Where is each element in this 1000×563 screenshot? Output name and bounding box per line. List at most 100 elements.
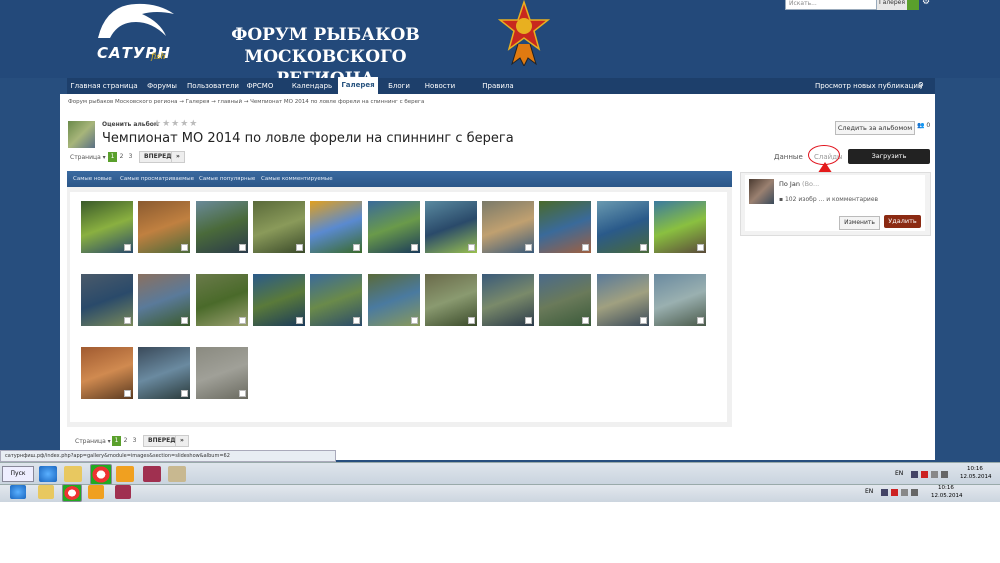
breadcrumb-item[interactable]: главный xyxy=(218,99,243,105)
pager-label[interactable]: Страница ▾ xyxy=(70,154,106,161)
select-checkbox[interactable] xyxy=(124,317,131,324)
gallery-thumbnail[interactable] xyxy=(310,201,363,253)
gallery-thumbnail[interactable] xyxy=(482,274,535,326)
paint-icon[interactable] xyxy=(115,485,131,499)
page-link[interactable]: 1 xyxy=(108,152,117,162)
select-checkbox[interactable] xyxy=(181,317,189,324)
gallery-thumbnail[interactable] xyxy=(195,201,248,253)
page-link[interactable]: 3 xyxy=(130,436,139,446)
nav-item-news[interactable]: Новости xyxy=(422,78,458,94)
pager-label-bottom[interactable]: Страница ▾ xyxy=(75,438,111,445)
media-player-icon[interactable] xyxy=(88,485,104,499)
edit-button[interactable]: Изменить xyxy=(839,216,880,230)
clock-date[interactable]: 12.05.2014 xyxy=(960,474,992,480)
select-checkbox[interactable] xyxy=(181,244,189,251)
nav-item-gallery[interactable]: Галерея xyxy=(338,77,378,94)
folder-icon[interactable] xyxy=(38,485,54,499)
gallery-thumbnail[interactable] xyxy=(596,201,649,253)
select-checkbox[interactable] xyxy=(295,317,303,324)
gallery-thumbnail[interactable] xyxy=(654,274,706,326)
nav-item-frsmo[interactable]: ФРСМО xyxy=(245,78,275,94)
breadcrumb-item[interactable]: Галерея xyxy=(186,99,210,105)
select-checkbox[interactable] xyxy=(467,317,475,324)
last-page-button[interactable]: » xyxy=(175,435,189,447)
select-checkbox[interactable] xyxy=(410,244,418,251)
gallery-thumbnail[interactable] xyxy=(81,274,133,326)
volume-icon[interactable] xyxy=(911,489,918,496)
tray-icon[interactable] xyxy=(881,489,888,496)
paint-icon[interactable] xyxy=(143,466,161,482)
album-owner-name[interactable]: По Jan xyxy=(779,180,800,188)
select-checkbox[interactable] xyxy=(525,244,533,251)
tab-most-viewed[interactable]: Самые просматриваемые xyxy=(120,171,194,187)
select-checkbox[interactable] xyxy=(238,390,246,397)
network-icon[interactable] xyxy=(901,489,908,496)
gallery-thumbnail[interactable] xyxy=(81,347,133,399)
folder-icon[interactable] xyxy=(64,466,82,482)
nav-item-home[interactable]: Главная страница xyxy=(67,78,141,94)
gallery-thumbnail[interactable] xyxy=(310,274,363,326)
view-data-tab[interactable]: Данные xyxy=(774,153,803,161)
gallery-thumbnail[interactable] xyxy=(482,201,535,253)
logo-wave-icon[interactable] xyxy=(96,0,176,40)
tab-newest[interactable]: Самые новые xyxy=(73,171,112,187)
clock-date[interactable]: 12.05.2014 xyxy=(931,493,963,499)
network-icon[interactable] xyxy=(931,471,938,478)
ie-icon[interactable] xyxy=(10,485,26,499)
gallery-thumbnail[interactable] xyxy=(252,201,305,253)
gallery-thumbnail[interactable] xyxy=(195,347,248,399)
language-indicator[interactable]: EN xyxy=(865,488,873,495)
gear-icon[interactable]: ⚙ xyxy=(922,0,930,7)
nav-new-posts-link[interactable]: Просмотр новых публикаций xyxy=(815,78,922,94)
start-button[interactable]: Пуск xyxy=(2,466,34,482)
nav-item-rules[interactable]: Правила форума xyxy=(467,78,529,106)
gallery-thumbnail[interactable] xyxy=(138,274,191,326)
select-checkbox[interactable] xyxy=(238,317,246,324)
select-checkbox[interactable] xyxy=(467,244,475,251)
nav-item-blogs[interactable]: Блоги xyxy=(385,78,413,94)
select-checkbox[interactable] xyxy=(697,317,704,324)
gallery-thumbnail[interactable] xyxy=(424,201,477,253)
gallery-thumbnail[interactable] xyxy=(81,201,133,253)
gallery-thumbnail[interactable] xyxy=(367,274,420,326)
nav-item-users[interactable]: Пользователи xyxy=(185,78,241,94)
select-checkbox[interactable] xyxy=(181,390,189,397)
select-checkbox[interactable] xyxy=(525,317,533,324)
gallery-thumbnail[interactable] xyxy=(539,201,592,253)
gallery-thumbnail[interactable] xyxy=(138,347,191,399)
gallery-thumbnail[interactable] xyxy=(596,274,649,326)
select-checkbox[interactable] xyxy=(582,317,590,324)
last-page-button[interactable]: » xyxy=(171,151,185,163)
gallery-thumbnail[interactable] xyxy=(424,274,477,326)
pin-icon[interactable]: ⚲ xyxy=(918,78,924,94)
select-checkbox[interactable] xyxy=(639,317,647,324)
search-button[interactable] xyxy=(907,0,919,10)
tray-icon[interactable] xyxy=(891,489,898,496)
tools-icon[interactable] xyxy=(168,466,186,482)
clock-time[interactable]: 10:16 xyxy=(967,466,983,472)
gallery-thumbnail[interactable] xyxy=(138,201,191,253)
tab-most-popular[interactable]: Самые популярные xyxy=(199,171,255,187)
select-checkbox[interactable] xyxy=(639,244,647,251)
select-checkbox[interactable] xyxy=(353,317,361,324)
rating-stars[interactable]: ★★★★★ xyxy=(153,119,198,129)
page-link[interactable]: 2 xyxy=(121,436,130,446)
clock-time[interactable]: 10:16 xyxy=(938,485,954,491)
language-indicator[interactable]: EN xyxy=(895,470,903,477)
delete-button[interactable]: Удалить xyxy=(884,215,921,228)
page-link[interactable]: 2 xyxy=(117,152,126,162)
nav-item-forums[interactable]: Форумы xyxy=(143,78,181,94)
select-checkbox[interactable] xyxy=(124,244,131,251)
select-checkbox[interactable] xyxy=(697,244,704,251)
tab-most-commented[interactable]: Самые комментируемые xyxy=(261,171,333,187)
select-checkbox[interactable] xyxy=(582,244,590,251)
search-input[interactable]: Искать... xyxy=(785,0,877,10)
gallery-thumbnail[interactable] xyxy=(654,201,706,253)
nav-item-calendar[interactable]: Календарь xyxy=(289,78,335,94)
select-checkbox[interactable] xyxy=(353,244,361,251)
ie-icon[interactable] xyxy=(39,466,57,482)
page-link[interactable]: 3 xyxy=(126,152,135,162)
tray-icon[interactable] xyxy=(911,471,918,478)
select-checkbox[interactable] xyxy=(295,244,303,251)
gallery-thumbnail[interactable] xyxy=(195,274,248,326)
